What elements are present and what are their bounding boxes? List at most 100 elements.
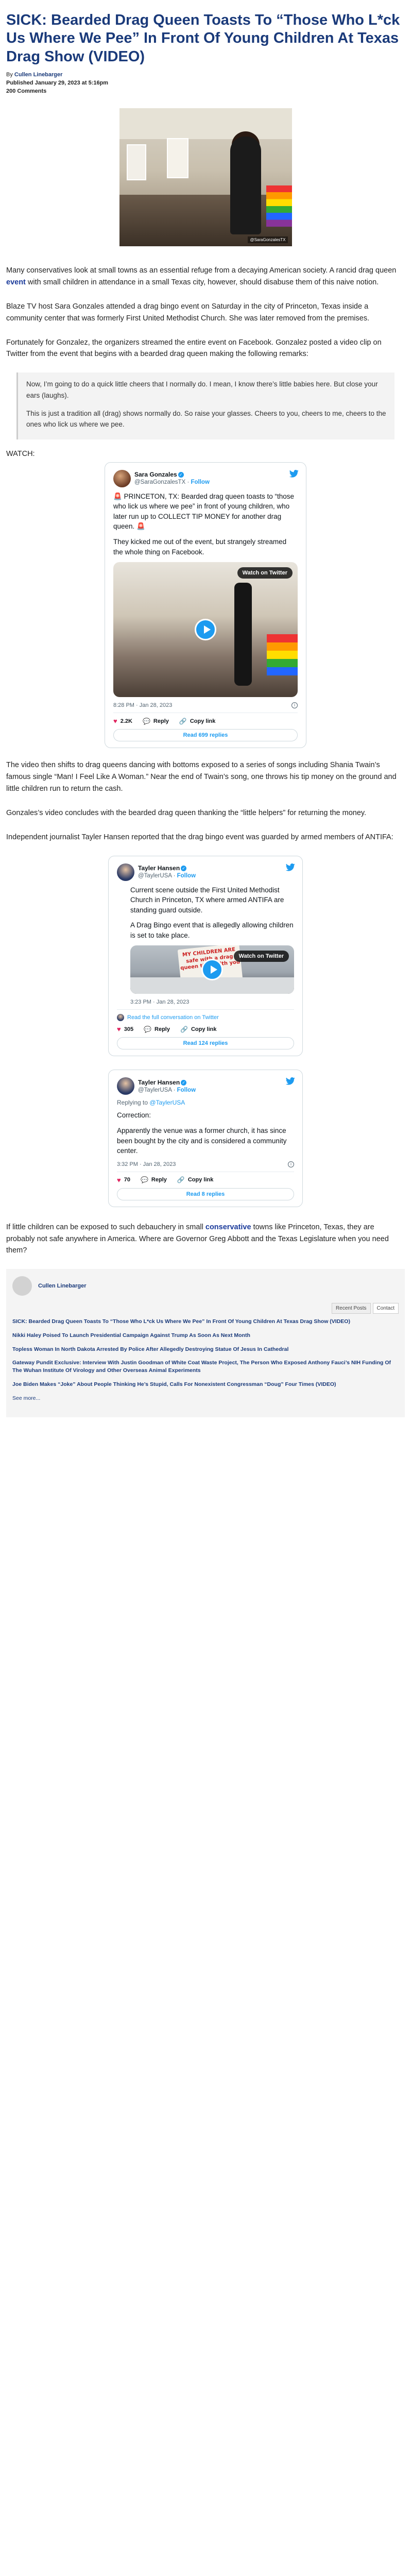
reply-button[interactable]: 💬 Reply — [143, 718, 169, 725]
author-tabs: Recent Posts Contact — [12, 1303, 399, 1314]
embedded-tweet-sara-gonzales[interactable]: Sara Gonzales ✓ @SaraGonzalesTX · Follow … — [105, 462, 306, 749]
tweet-actions: ♥ 305 💬 Reply 🔗 Copy link — [117, 1025, 294, 1033]
tweet-video[interactable]: Watch on Twitter — [113, 562, 298, 698]
avatar[interactable] — [113, 469, 131, 487]
author-avatar[interactable] — [12, 1276, 32, 1296]
siren-icon: 🚨 — [136, 522, 145, 531]
reply-button[interactable]: 💬 Reply — [141, 1176, 167, 1183]
verified-badge-icon: ✓ — [181, 1080, 187, 1086]
link-icon: 🔗 — [179, 717, 187, 725]
recent-post-link[interactable]: Gateway Pundit Exclusive: Interview With… — [12, 1359, 399, 1374]
tweet-text: 🚨 PRINCETON, TX: Bearded drag queen toas… — [113, 492, 298, 532]
watch-on-twitter-button[interactable]: Watch on Twitter — [237, 567, 293, 579]
verified-badge-icon: ✓ — [181, 866, 187, 872]
tweet-author-name[interactable]: Tayler Hansen — [138, 1079, 180, 1086]
read-replies-button[interactable]: Read 8 replies — [117, 1188, 294, 1200]
tweet-author-handle[interactable]: @TaylerUSA — [138, 1087, 171, 1093]
comments-count[interactable]: 200 Comments — [6, 88, 46, 94]
tweet-author-name[interactable]: Tayler Hansen — [138, 865, 180, 872]
verified-badge-icon: ✓ — [178, 472, 184, 478]
author-link[interactable]: Cullen Linebarger — [14, 72, 63, 78]
tweet-meta: 3:23 PM · Jan 28, 2023 — [117, 999, 294, 1010]
like-button[interactable]: ♥ 2.2K — [113, 717, 132, 725]
embedded-tweet-tayler-hansen[interactable]: Tayler Hansen ✓ @TaylerUSA · Follow Curre… — [108, 855, 303, 1057]
recent-post-link[interactable]: Joe Biden Makes “Joke” About People Thin… — [12, 1381, 399, 1388]
reply-icon: 💬 — [140, 1176, 148, 1184]
link-icon: 🔗 — [177, 1176, 185, 1184]
quote-line-1: Now, I’m going to do a quick little chee… — [26, 380, 378, 399]
conservative-link[interactable]: conservative — [205, 1223, 251, 1231]
reply-icon: 💬 — [142, 717, 150, 725]
like-button[interactable]: ♥ 70 — [117, 1176, 130, 1184]
published-date: Published January 29, 2023 at 5:16pm — [6, 80, 109, 87]
paragraph-7: If little children can be exposed to suc… — [6, 1223, 389, 1255]
embedded-tweet-tayler-hansen-reply[interactable]: Tayler Hansen ✓ @TaylerUSA · Follow Reply… — [108, 1070, 303, 1207]
recent-post-link[interactable]: Nikki Haley Poised To Launch Presidentia… — [12, 1332, 399, 1340]
like-count: 2.2K — [120, 718, 132, 724]
paragraph-6: Independent journalist Tayler Hansen rep… — [6, 833, 393, 841]
twitter-bird-icon[interactable] — [286, 1077, 295, 1086]
see-more-link[interactable]: See more... — [12, 1395, 399, 1402]
recent-posts-list: SICK: Bearded Drag Queen Toasts To “Thos… — [12, 1318, 399, 1402]
read-replies-button[interactable]: Read 124 replies — [117, 1037, 294, 1050]
replying-to: Replying to @TaylerUSA — [117, 1099, 185, 1107]
read-replies-button[interactable]: Read 699 replies — [113, 729, 298, 742]
tweet-timestamp[interactable]: 3:23 PM · Jan 28, 2023 — [130, 999, 189, 1005]
paragraph-2: Blaze TV host Sara Gonzales attended a d… — [6, 302, 370, 323]
tweet-timestamp[interactable]: 3:32 PM · Jan 28, 2023 — [117, 1161, 176, 1167]
copy-link-button[interactable]: 🔗 Copy link — [179, 718, 215, 725]
avatar[interactable] — [117, 1077, 134, 1095]
reply-button[interactable]: 💬 Reply — [144, 1026, 170, 1033]
tab-recent-posts[interactable]: Recent Posts — [332, 1303, 371, 1314]
paragraph-3: Fortunately for Gonzalez, the organizers… — [6, 338, 382, 359]
tweet-header: Tayler Hansen ✓ @TaylerUSA · Follow — [117, 863, 294, 881]
info-icon[interactable]: i — [291, 702, 298, 709]
paragraph-4: The video then shifts to drag queens dan… — [6, 761, 397, 793]
tweet-timestamp[interactable]: 8:28 PM · Jan 28, 2023 — [113, 702, 172, 708]
hero-watermark: @SaraGonzalesTX — [248, 236, 288, 243]
avatar[interactable] — [117, 863, 134, 881]
watch-on-twitter-button[interactable]: Watch on Twitter — [233, 951, 289, 962]
tweet-meta: 3:32 PM · Jan 28, 2023 i — [117, 1161, 294, 1172]
heart-icon: ♥ — [113, 717, 117, 725]
author-box-name[interactable]: Cullen Linebarger — [38, 1283, 87, 1289]
tweet-meta: 8:28 PM · Jan 28, 2023 i — [113, 702, 298, 714]
copy-link-button[interactable]: 🔗 Copy link — [177, 1176, 213, 1183]
blockquote: Now, I’m going to do a quick little chee… — [16, 372, 394, 439]
paragraph-5: Gonzales’s video concludes with the bear… — [6, 808, 367, 817]
watch-label: WATCH: — [6, 449, 35, 458]
recent-post-link[interactable]: Topless Woman In North Dakota Arrested B… — [12, 1346, 399, 1353]
tweet-author-handle[interactable]: @TaylerUSA — [138, 873, 171, 879]
tweet-text: Current scene outside the First United M… — [130, 886, 284, 914]
twitter-bird-icon[interactable] — [286, 863, 295, 871]
twitter-bird-icon[interactable] — [289, 469, 299, 478]
tweet-video[interactable]: MY CHILDREN ARE safe with a drag queen t… — [130, 945, 294, 994]
tab-contact[interactable]: Contact — [372, 1303, 399, 1314]
event-link[interactable]: event — [6, 278, 26, 286]
follow-button[interactable]: Follow — [191, 479, 209, 485]
tweet-actions: ♥ 70 💬 Reply 🔗 Copy link — [117, 1176, 294, 1184]
tweet-author-name[interactable]: Sara Gonzales — [134, 471, 177, 478]
like-button[interactable]: ♥ 305 — [117, 1025, 133, 1033]
copy-link-button[interactable]: 🔗 Copy link — [180, 1026, 216, 1033]
siren-icon: 🚨 — [113, 492, 122, 500]
tweet-header: Tayler Hansen ✓ @TaylerUSA · Follow — [117, 1077, 294, 1095]
tweet-text: Correction: — [117, 1111, 151, 1120]
info-icon[interactable]: i — [288, 1161, 294, 1167]
play-icon[interactable] — [195, 619, 216, 641]
like-count: 305 — [124, 1026, 134, 1032]
replying-to-handle[interactable]: @TaylerUSA — [149, 1099, 185, 1106]
follow-button[interactable]: Follow — [177, 873, 196, 879]
tweet-text-2: Apparently the venue was a former church… — [117, 1126, 287, 1155]
reply-icon: 💬 — [144, 1025, 152, 1033]
recent-post-link[interactable]: SICK: Bearded Drag Queen Toasts To “Thos… — [12, 1318, 399, 1326]
hero-image: @SaraGonzalesTX — [119, 108, 292, 246]
full-conversation-link[interactable]: Read the full conversation on Twitter — [117, 1014, 294, 1022]
follow-button[interactable]: Follow — [177, 1087, 196, 1093]
quote-line-2: This is just a tradition all (drag) show… — [26, 410, 386, 429]
tweet-header: Sara Gonzales ✓ @SaraGonzalesTX · Follow — [113, 469, 298, 487]
byline: By Cullen Linebarger Published January 2… — [6, 71, 405, 96]
tweet-author-handle[interactable]: @SaraGonzalesTX — [134, 479, 185, 485]
article-page: SICK: Bearded Drag Queen Toasts To “Thos… — [0, 0, 412, 1438]
article-headline: SICK: Bearded Drag Queen Toasts To “Thos… — [6, 12, 400, 65]
